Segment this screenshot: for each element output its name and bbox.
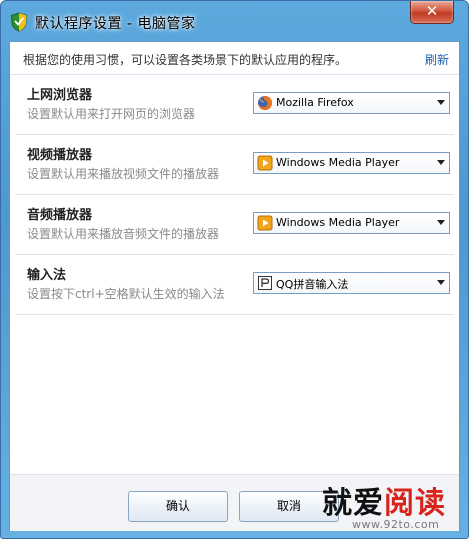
row-title: 视频播放器 (27, 148, 93, 163)
chevron-down-icon (437, 160, 445, 165)
watermark-logo: 就爱阅读 www.92to.com (322, 478, 462, 538)
close-icon: ✕ (425, 2, 439, 20)
row-description: 设置默认用来播放视频文件的播放器 (27, 167, 220, 181)
watermark-text: 就爱阅读 (322, 478, 446, 522)
qq-pinyin-icon (258, 276, 272, 290)
media-player-icon (257, 155, 273, 171)
video-player-select[interactable]: Windows Media Player (253, 152, 450, 174)
shield-icon (10, 12, 28, 32)
chevron-down-icon (437, 280, 445, 285)
close-button[interactable]: ✕ (410, 1, 454, 24)
setting-row-audio: 音频播放器 设置默认用来播放音频文件的播放器 Windows Media Pla… (15, 195, 454, 255)
title-bar[interactable]: 默认程序设置 - 电脑管家 ✕ (1, 1, 468, 41)
row-description: 设置按下ctrl+空格默认生效的输入法 (27, 287, 225, 301)
watermark-url: www.92to.com (352, 518, 440, 531)
row-title: 音频播放器 (27, 208, 93, 223)
window-title: 默认程序设置 - 电脑管家 (35, 16, 196, 32)
row-title: 输入法 (27, 268, 67, 283)
audio-player-select[interactable]: Windows Media Player (253, 212, 450, 234)
setting-row-browser: 上网浏览器 设置默认用来打开网页的浏览器 Mozilla Firefox (15, 75, 454, 135)
dialog-window: 默认程序设置 - 电脑管家 ✕ 根据您的使用习惯，可以设置各类场景下的默认应用的… (0, 0, 469, 539)
media-player-icon (257, 215, 273, 231)
firefox-icon (258, 96, 272, 110)
row-title: 上网浏览器 (27, 88, 93, 103)
info-banner: 根据您的使用习惯，可以设置各类场景下的默认应用的程序。 刷新 (10, 42, 459, 75)
audio-player-select-value: Windows Media Player (276, 216, 400, 229)
row-description: 设置默认用来打开网页的浏览器 (27, 107, 196, 121)
video-player-select-value: Windows Media Player (276, 156, 400, 169)
chevron-down-icon (437, 220, 445, 225)
browser-select-value: Mozilla Firefox (276, 96, 354, 109)
input-method-select[interactable]: QQ拼音输入法 (253, 272, 450, 294)
chevron-down-icon (437, 100, 445, 105)
banner-text: 根据您的使用习惯，可以设置各类场景下的默认应用的程序。 (23, 53, 348, 67)
browser-select[interactable]: Mozilla Firefox (253, 92, 450, 114)
input-method-select-value: QQ拼音输入法 (276, 278, 349, 291)
refresh-link[interactable]: 刷新 (425, 51, 449, 68)
setting-row-video: 视频播放器 设置默认用来播放视频文件的播放器 Windows Media Pla… (15, 135, 454, 195)
dialog-content: 根据您的使用习惯，可以设置各类场景下的默认应用的程序。 刷新 上网浏览器 设置默… (9, 41, 460, 531)
confirm-button[interactable]: 确认 (128, 491, 228, 522)
row-description: 设置默认用来播放音频文件的播放器 (27, 227, 220, 241)
setting-row-input-method: 输入法 设置按下ctrl+空格默认生效的输入法 QQ拼音输入法 (15, 255, 454, 315)
